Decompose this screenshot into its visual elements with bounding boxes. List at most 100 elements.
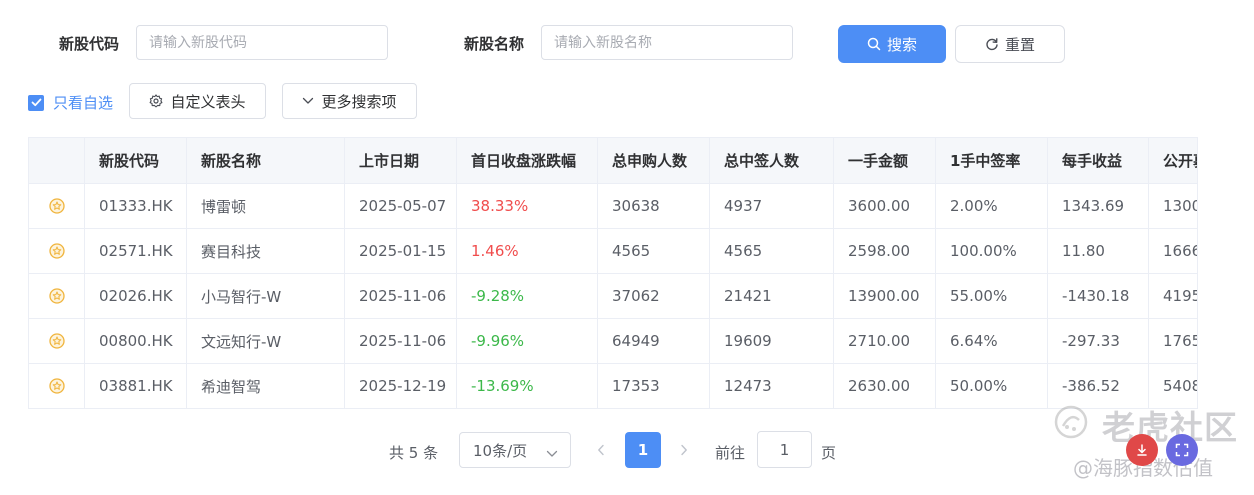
table-cell: 4565 [710,229,834,273]
more-search-label: 更多搜索项 [321,92,397,111]
page-unit-label: 页 [821,444,837,462]
download-fab[interactable] [1126,434,1158,466]
only-watchlist-checkbox[interactable]: 只看自选 [28,92,113,113]
table-cell: 1300 [1149,184,1197,228]
new-stock-name-input[interactable] [541,25,793,60]
table-cell: 4937 [710,184,834,228]
star-watchlist-icon[interactable] [29,184,85,228]
checkbox-checked-icon [28,94,44,111]
page-size-value: 10条/页 [473,441,528,460]
table-cell: 64949 [598,319,710,363]
table-cell: 4565 [598,229,710,273]
reset-button[interactable]: 重置 [955,25,1065,63]
pagination-total: 共 5 条 [389,444,439,462]
new-stock-name-label: 新股名称 [464,35,525,53]
table-cell: 6.64% [936,319,1048,363]
table-cell: 100.00% [936,229,1048,273]
new-stock-code-input[interactable] [136,25,388,60]
table-cell: 2025-01-15 [345,229,457,273]
reset-button-label: 重置 [1004,35,1035,54]
table-cell: 13900.00 [834,274,936,318]
header-cell[interactable]: 总申购人数 [598,138,710,183]
table-cell: 01333.HK [85,184,187,228]
next-page-button[interactable] [680,441,688,460]
table-row[interactable]: 00800.HK 文远知行-W 2025-11-06 -9.96% 64949 19609… [29,319,1197,364]
table-cell: 12473 [710,364,834,408]
table-cell: 小马智行-W [187,274,345,318]
chevron-left-icon [598,444,604,456]
fullscreen-icon [1175,443,1189,457]
gear-icon [149,94,163,108]
table-cell: 2710.00 [834,319,936,363]
star-watchlist-icon[interactable] [29,364,85,408]
table-cell: 19609 [710,319,834,363]
table-cell: 1343.69 [1048,184,1149,228]
table-cell: 2.00% [936,184,1048,228]
header-cell[interactable]: 总中签人数 [710,138,834,183]
refresh-icon [985,37,999,51]
table-row[interactable]: 02026.HK 小马智行-W 2025-11-06 -9.28% 37062 21421… [29,274,1197,319]
table-cell: -297.33 [1048,319,1149,363]
header-cell[interactable]: 首日收盘涨跌幅 [457,138,598,183]
header-cell[interactable]: 每手收益 [1048,138,1149,183]
table-cell: 50.00% [936,364,1048,408]
ipo-table: 新股代码 新股名称 上市日期 首日收盘涨跌幅 总申购人数 总中签人数 一手金额 … [28,137,1198,409]
table-cell: 17353 [598,364,710,408]
table-cell: 55.00% [936,274,1048,318]
table-cell: 30638 [598,184,710,228]
table-cell: 37062 [598,274,710,318]
goto-label: 前往 [715,444,746,462]
only-watchlist-label: 只看自选 [53,94,114,112]
star-watchlist-icon[interactable] [29,274,85,318]
table-cell: 2025-05-07 [345,184,457,228]
search-icon [867,37,881,51]
table-cell: -9.96% [457,319,598,363]
table-cell: 02026.HK [85,274,187,318]
chevron-down-icon [302,97,314,105]
table-cell: 00800.HK [85,319,187,363]
table-cell: 4195 [1149,274,1197,318]
table-cell: -1430.18 [1048,274,1149,318]
table-cell: -13.69% [457,364,598,408]
table-row[interactable]: 02571.HK 赛目科技 2025-01-15 1.46% 4565 4565 2598.… [29,229,1197,274]
tiger-logo-icon [1053,404,1089,440]
new-stock-code-label: 新股代码 [59,35,120,53]
header-cell[interactable]: 1手中签率 [936,138,1048,183]
star-watchlist-icon[interactable] [29,229,85,273]
header-cell[interactable]: 新股代码 [85,138,187,183]
search-button[interactable]: 搜索 [838,25,946,63]
table-cell: 21421 [710,274,834,318]
customize-header-label: 自定义表头 [170,92,246,111]
table-cell: 博雷顿 [187,184,345,228]
star-watchlist-icon[interactable] [29,319,85,363]
chevron-right-icon [681,444,687,456]
table-cell: 赛目科技 [187,229,345,273]
table-row[interactable]: 01333.HK 博雷顿 2025-05-07 38.33% 30638 4937 3600… [29,184,1197,229]
table-row[interactable]: 03881.HK 希迪智驾 2025-12-19 -13.69% 17353 12473 2… [29,364,1197,408]
header-cell[interactable]: 公开募 [1149,138,1197,183]
table-cell: 希迪智驾 [187,364,345,408]
customize-header-button[interactable]: 自定义表头 [129,83,266,119]
chevron-down-icon [546,444,558,462]
table-cell: 2025-12-19 [345,364,457,408]
table-header-row: 新股代码 新股名称 上市日期 首日收盘涨跌幅 总申购人数 总中签人数 一手金额 … [29,138,1197,184]
more-search-button[interactable]: 更多搜索项 [282,83,417,119]
table-cell: 38.33% [457,184,598,228]
table-cell: 2025-11-06 [345,319,457,363]
prev-page-button[interactable] [597,441,605,460]
header-cell[interactable]: 上市日期 [345,138,457,183]
table-cell: -9.28% [457,274,598,318]
page-number-current[interactable]: 1 [625,432,661,468]
table-cell: 1.46% [457,229,598,273]
page-size-select[interactable]: 10条/页 [459,432,571,468]
header-cell[interactable]: 一手金额 [834,138,936,183]
table-cell: 文远知行-W [187,319,345,363]
fullscreen-fab[interactable] [1166,434,1198,466]
table-cell: 1765 [1149,319,1197,363]
table-cell: 03881.HK [85,364,187,408]
table-cell: 2630.00 [834,364,936,408]
goto-page-input[interactable] [757,431,812,468]
download-icon [1137,444,1147,456]
header-cell[interactable]: 新股名称 [187,138,345,183]
table-cell: 2598.00 [834,229,936,273]
